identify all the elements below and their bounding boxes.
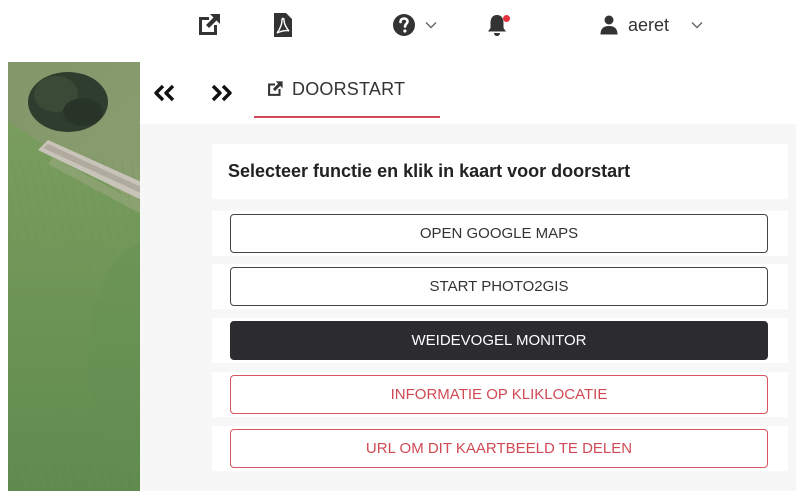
external-link-icon (268, 81, 283, 96)
weidevogel-monitor-button[interactable]: WEIDEVOGEL MONITOR (230, 321, 768, 360)
function-card: OPEN GOOGLE MAPS (212, 211, 788, 256)
start-photo2gis-button[interactable]: START PHOTO2GIS (230, 267, 768, 306)
doorstart-panel: DOORSTART Selecteer functie en klik in k… (140, 62, 796, 491)
function-card: INFORMATIE OP KLIKLOCATIE (212, 372, 788, 417)
tab-label: DOORSTART (292, 78, 406, 99)
double-chevron-right-icon (211, 84, 232, 102)
user-menu-button[interactable]: aeret (600, 9, 703, 41)
chevron-down-icon (691, 22, 703, 29)
user-icon (600, 15, 618, 35)
question-circle-icon (393, 14, 415, 36)
external-link-icon (199, 14, 220, 35)
open-google-maps-button[interactable]: OPEN GOOGLE MAPS (230, 214, 768, 253)
function-card: WEIDEVOGEL MONITOR (212, 318, 788, 363)
info-click-location-button[interactable]: INFORMATIE OP KLIKLOCATIE (230, 375, 768, 414)
function-card: START PHOTO2GIS (212, 264, 788, 309)
open-external-button[interactable] (196, 9, 222, 41)
chevron-down-icon (425, 22, 437, 29)
pdf-file-icon (274, 13, 292, 37)
tab-doorstart[interactable]: DOORSTART (254, 62, 440, 118)
share-map-url-button[interactable]: URL OM DIT KAARTBEELD TE DELEN (230, 429, 768, 468)
username-label: aeret (628, 14, 670, 35)
instruction-heading: Selecteer functie en klik in kaart voor … (228, 161, 631, 181)
help-menu-button[interactable] (392, 9, 437, 41)
function-card: URL OM DIT KAARTBEELD TE DELEN (212, 426, 788, 471)
expand-panel-button[interactable] (206, 80, 236, 106)
double-chevron-left-icon (154, 84, 175, 102)
instruction-card: Selecteer functie en klik in kaart voor … (212, 144, 788, 199)
pdf-export-button[interactable] (273, 9, 293, 41)
notification-dot (503, 15, 510, 22)
top-toolbar: aeret (0, 0, 796, 50)
collapse-panel-button[interactable] (150, 80, 180, 106)
panel-nav: DOORSTART (140, 62, 796, 124)
notifications-button[interactable] (486, 9, 510, 41)
